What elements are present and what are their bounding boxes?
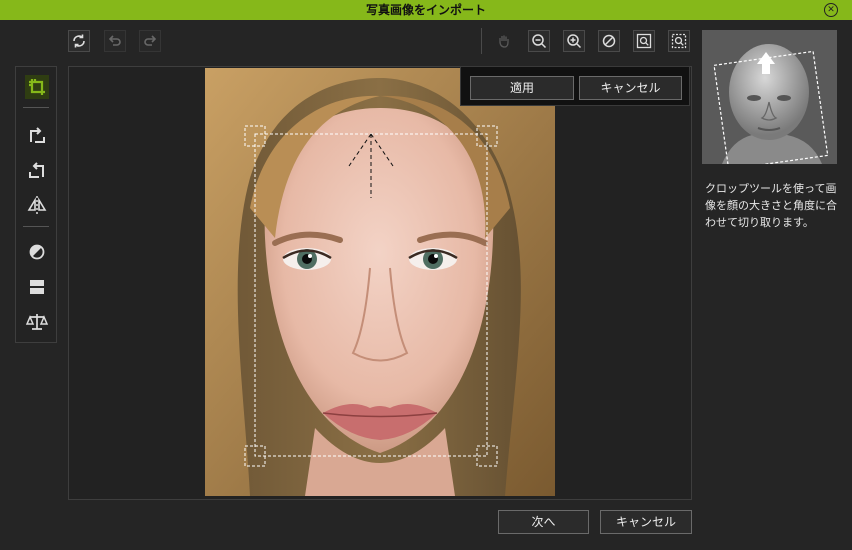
main-area: 適用 キャンセル クロップツールを使って画像を顔の大きさと角度に合わせて切り取り… bbox=[0, 20, 852, 550]
crop-popup: 適用 キャンセル bbox=[460, 66, 690, 106]
popup-cancel-button[interactable]: キャンセル bbox=[579, 76, 682, 100]
cancel-button[interactable]: キャンセル bbox=[600, 510, 692, 534]
window-title: 写真画像をインポート bbox=[365, 3, 486, 17]
guide-thumbnail bbox=[702, 30, 837, 164]
title-bar: 写真画像をインポート ✕ bbox=[0, 0, 852, 20]
next-button[interactable]: 次へ bbox=[498, 510, 589, 534]
apply-button[interactable]: 適用 bbox=[470, 76, 574, 100]
head-model-image bbox=[702, 30, 837, 164]
crop-rotate-arrow bbox=[348, 133, 394, 198]
help-text: クロップツールを使って画像を顔の大きさと角度に合わせて切り取ります。 bbox=[705, 182, 837, 229]
close-icon[interactable]: ✕ bbox=[824, 3, 838, 17]
